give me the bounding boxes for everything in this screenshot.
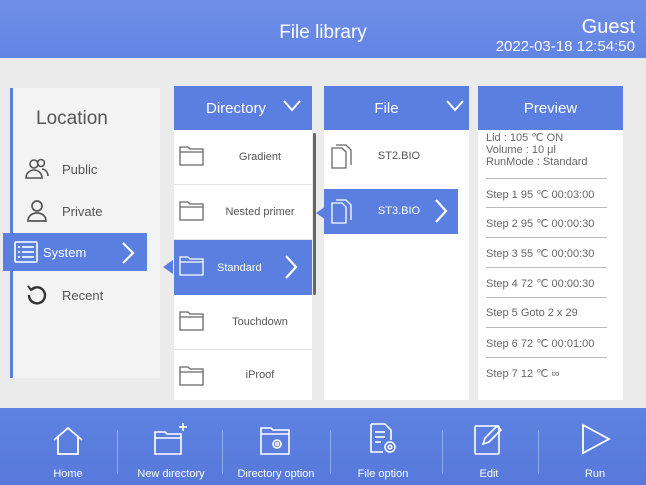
location-title: Location: [36, 108, 108, 129]
chevron-right-icon: [434, 198, 448, 229]
home-icon: [52, 418, 84, 456]
new-directory-label: New directory: [137, 468, 205, 480]
directory-item[interactable]: iProof: [174, 350, 312, 400]
location-item-label: System: [43, 244, 87, 260]
edit-icon: [473, 418, 505, 456]
folder-icon: [179, 364, 205, 391]
chevron-down-icon: [282, 99, 302, 117]
file-option-button[interactable]: File option: [348, 408, 418, 485]
folder-settings-icon: [259, 418, 293, 456]
directory-item-label: Touchdown: [232, 316, 288, 328]
file-icon: [330, 199, 354, 230]
directory-item-label: Gradient: [238, 151, 282, 163]
user-icon: [24, 198, 50, 224]
toolbar-divider: [222, 430, 223, 474]
preview-header: Preview: [478, 86, 623, 130]
directory-item-selected[interactable]: Standard: [174, 240, 312, 295]
bottom-toolbar: Home New directory Directory option File…: [0, 408, 646, 485]
file-header-label: File: [374, 99, 399, 117]
preview-step: Step 7 12 ℃ ∞: [486, 368, 560, 380]
list-icon: [13, 239, 39, 265]
directory-list: Gradient Nested primer Standard Touchdow…: [174, 130, 312, 400]
toolbar-divider: [442, 430, 443, 474]
preview-step: Step 3 55 ℃ 00:00:30: [486, 238, 607, 268]
directory-item[interactable]: Touchdown: [174, 295, 312, 350]
new-directory-button[interactable]: New directory: [126, 408, 216, 485]
preview-info: Lid : 105 ℃ ON Volume : 10 μl RunMode : …: [486, 132, 588, 168]
file-dropdown[interactable]: File: [324, 86, 469, 130]
directory-dropdown[interactable]: Directory: [174, 86, 312, 130]
preview-step: Step 2 95 ℃ 00:00:30: [486, 208, 607, 238]
folder-icon: [179, 144, 205, 171]
chevron-right-icon: [121, 241, 135, 270]
folder-icon: [179, 254, 205, 281]
file-item[interactable]: ST2.BIO: [324, 134, 458, 179]
location-item-system[interactable]: System: [3, 233, 147, 271]
file-list: ST2.BIO ST3.BIO: [324, 130, 469, 400]
edit-button[interactable]: Edit: [466, 408, 512, 485]
folder-icon: [179, 199, 205, 226]
toolbar-divider: [538, 430, 539, 474]
directory-option-label: Directory option: [237, 468, 315, 480]
title-bar: File library Guest 2022-03-18 12:54:50: [0, 0, 646, 58]
chevron-down-icon: [445, 99, 465, 117]
home-label: Home: [53, 468, 83, 480]
location-item-label: Public: [62, 161, 98, 177]
directory-item[interactable]: Gradient: [174, 130, 312, 185]
preview-step: Step 1 95 ℃ 00:03:00: [486, 178, 607, 208]
location-item-label: Recent: [62, 287, 104, 303]
preview-runmode: RunMode : Standard: [486, 156, 588, 168]
chevron-right-icon: [284, 254, 298, 285]
file-settings-icon: [367, 418, 399, 456]
file-item-label: ST2.BIO: [377, 150, 421, 162]
datetime: 2022-03-18 12:54:50: [495, 38, 635, 55]
location-item-label: Private: [62, 203, 103, 219]
home-button[interactable]: Home: [40, 408, 96, 485]
main-area: Location Public Private System Recent Di…: [0, 58, 646, 408]
preview-step: Step 5 Goto 2 x 29: [486, 298, 607, 328]
run-button[interactable]: Run: [572, 408, 618, 485]
preview-step: Step 4 72 ℃ 00:00:30: [486, 268, 607, 298]
users-icon: [24, 156, 50, 182]
toolbar-divider: [117, 430, 118, 474]
edit-label: Edit: [479, 468, 499, 480]
preview-volume: Volume : 10 μl: [486, 144, 556, 156]
toolbar-divider: [330, 430, 331, 474]
directory-option-button[interactable]: Directory option: [229, 408, 323, 485]
new-folder-icon: [153, 418, 189, 456]
run-label: Run: [584, 468, 606, 480]
selection-pointer: [163, 260, 173, 274]
file-item-selected[interactable]: ST3.BIO: [324, 189, 458, 234]
preview-lid: Lid : 105 ℃ ON: [486, 132, 564, 144]
file-option-label: File option: [357, 468, 409, 480]
preview-panel: Lid : 105 ℃ ON Volume : 10 μl RunMode : …: [478, 130, 623, 400]
preview-step: Step 6 72 ℃ 00:01:00: [486, 328, 607, 358]
location-item-public[interactable]: Public: [0, 150, 135, 188]
directory-item[interactable]: Nested primer: [174, 185, 312, 240]
history-icon: [24, 282, 50, 308]
location-item-private[interactable]: Private: [0, 192, 135, 230]
play-icon: [579, 418, 611, 456]
preview-header-label: Preview: [523, 99, 578, 117]
directory-header-label: Directory: [205, 99, 266, 117]
file-icon: [330, 144, 354, 175]
location-item-recent[interactable]: Recent: [0, 276, 135, 314]
user-name[interactable]: Guest: [582, 16, 635, 39]
directory-item-label: Nested primer: [225, 206, 295, 218]
directory-item-label: iProof: [245, 369, 275, 381]
folder-icon: [179, 309, 205, 336]
file-item-label: ST3.BIO: [377, 205, 421, 217]
